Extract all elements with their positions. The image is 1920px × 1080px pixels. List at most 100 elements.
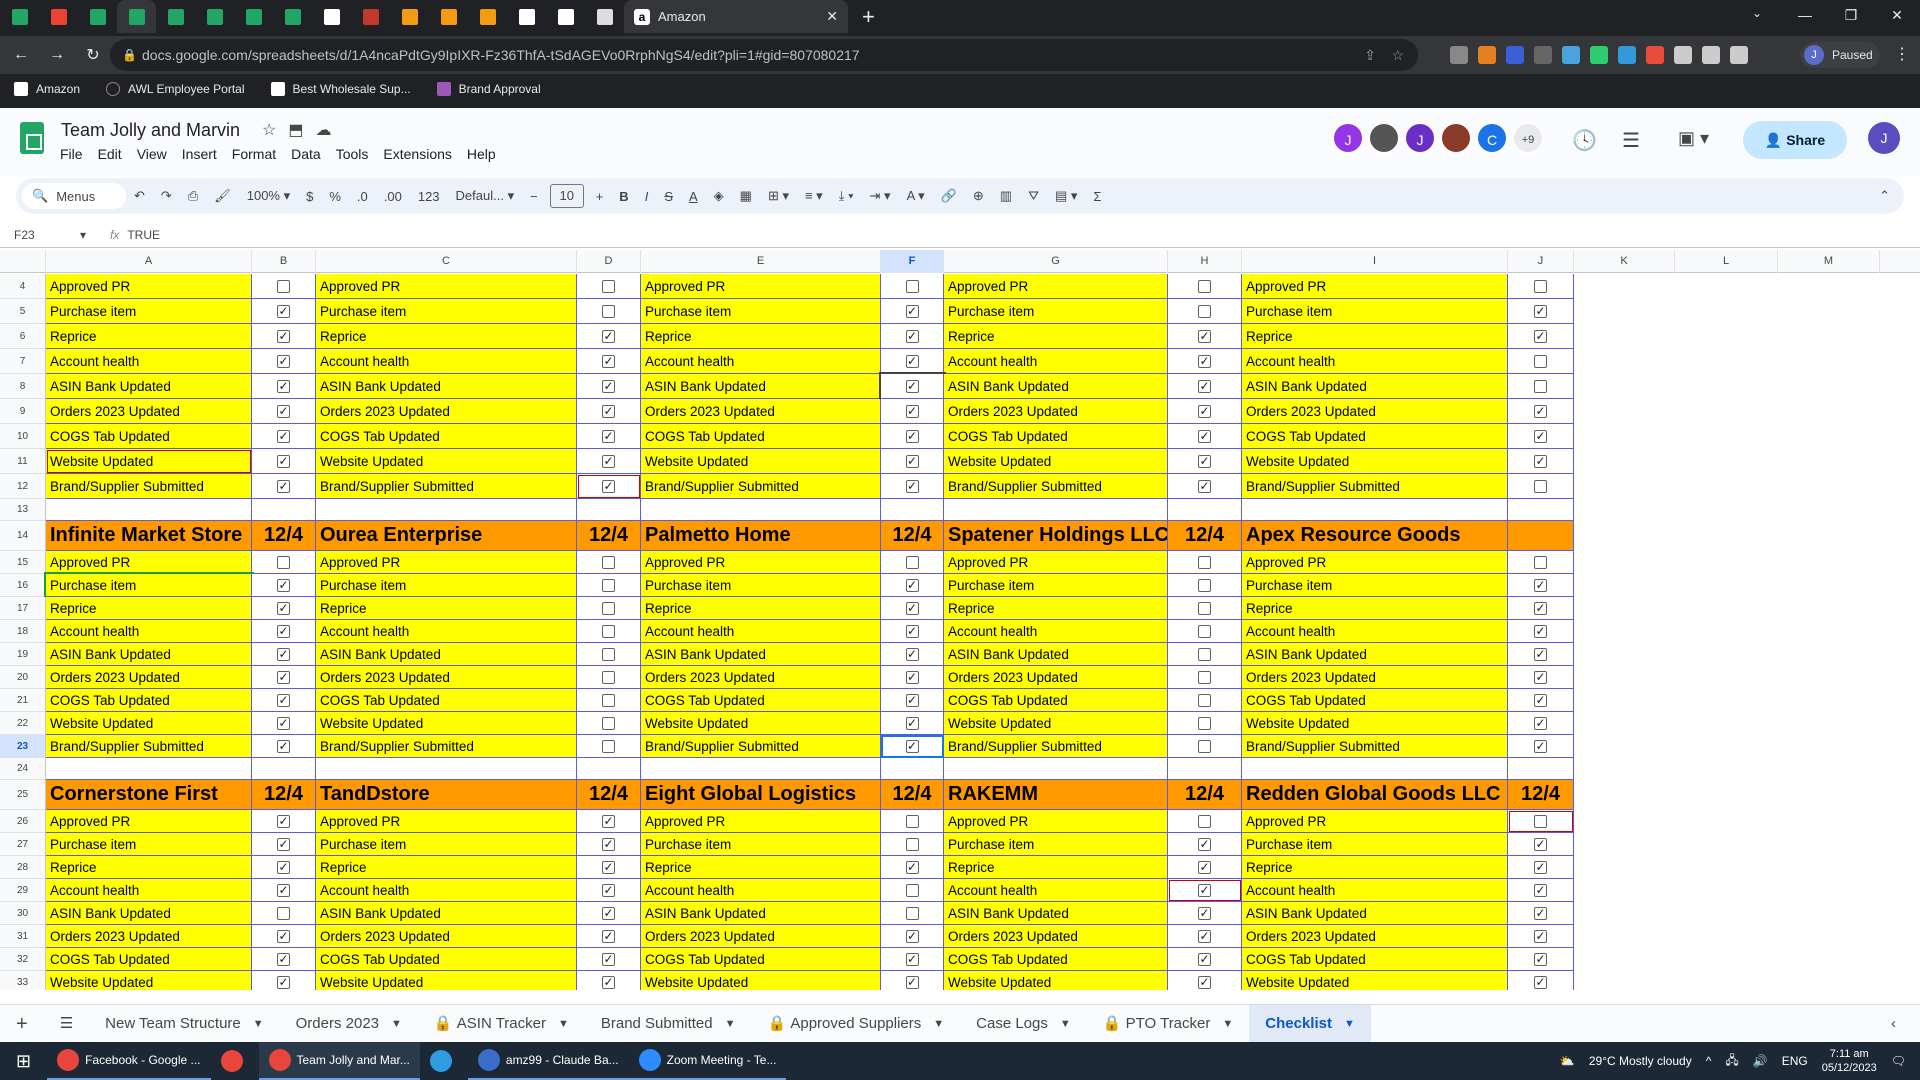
task-label[interactable]: Approved PR	[316, 274, 577, 299]
checkbox-checked[interactable]: ✓	[905, 716, 919, 730]
checkbox-cell[interactable]: ✓	[1168, 925, 1242, 948]
tray-chevron-icon[interactable]: ^	[1706, 1054, 1712, 1068]
checkbox-checked[interactable]: ✓	[1198, 354, 1211, 368]
minimize-icon[interactable]: —	[1782, 0, 1828, 33]
checkbox-cell[interactable]: ✓	[577, 833, 641, 856]
checkbox-checked[interactable]: ✓	[1534, 975, 1547, 989]
checkbox-checked[interactable]: ✓	[602, 429, 615, 443]
sheet-tab[interactable]: Case Logs ▼	[960, 1005, 1087, 1043]
checkbox-cell[interactable]: ✓	[577, 324, 641, 349]
task-label[interactable]: Approved PR	[944, 551, 1168, 574]
checkbox-unchecked[interactable]	[1534, 479, 1547, 493]
store-date[interactable]: 12/4	[881, 521, 944, 551]
checkbox-cell[interactable]	[577, 689, 641, 712]
checkbox-cell[interactable]: ✓	[881, 424, 944, 449]
checkbox-checked[interactable]: ✓	[905, 379, 919, 393]
checkbox-cell[interactable]	[1168, 735, 1242, 758]
checkbox-unchecked[interactable]	[1534, 555, 1547, 569]
move-icon[interactable]: ⬒	[288, 120, 303, 140]
checkbox-cell[interactable]: ✓	[1508, 666, 1574, 689]
checkbox-cell[interactable]: ✓	[1168, 902, 1242, 925]
checkbox-checked[interactable]: ✓	[1198, 379, 1211, 393]
store-date[interactable]	[1508, 521, 1574, 551]
checkbox-cell[interactable]: ✓	[881, 666, 944, 689]
checkbox-checked[interactable]: ✓	[1534, 716, 1547, 730]
store-name[interactable]: Redden Global Goods LLC	[1242, 780, 1508, 810]
pinned-tab[interactable]	[429, 0, 468, 33]
row-number[interactable]: 11	[0, 449, 46, 474]
checkbox-cell[interactable]	[577, 620, 641, 643]
store-date[interactable]: 12/4	[577, 521, 641, 551]
checkbox-cell[interactable]: ✓	[252, 856, 316, 879]
checkbox-cell[interactable]	[577, 551, 641, 574]
collaborator-avatar[interactable]: J	[1332, 122, 1364, 154]
checkbox-checked[interactable]: ✓	[1534, 906, 1547, 920]
task-label[interactable]: Reprice	[944, 324, 1168, 349]
checkbox-cell[interactable]: ✓	[577, 424, 641, 449]
checkbox-cell[interactable]: ✓	[1168, 449, 1242, 474]
decrease-decimal-button[interactable]: .0	[357, 189, 368, 204]
row-number[interactable]: 15	[0, 551, 46, 574]
forward-icon[interactable]: →	[42, 46, 72, 64]
task-label[interactable]: Brand/Supplier Submitted	[1242, 474, 1508, 499]
checkbox-checked[interactable]: ✓	[1534, 624, 1547, 638]
task-label[interactable]: Purchase item	[1242, 833, 1508, 856]
column-header-c[interactable]: C	[316, 250, 577, 273]
store-name[interactable]: Spatener Holdings LLC	[944, 521, 1168, 551]
bookmark[interactable]: AWL Employee Portal	[106, 82, 245, 96]
store-name[interactable]: TandDstore	[316, 780, 577, 810]
checkbox-checked[interactable]: ✓	[277, 624, 290, 638]
checkbox-checked[interactable]: ✓	[905, 454, 919, 468]
checkbox-unchecked[interactable]	[277, 906, 290, 920]
pinned-tab[interactable]	[117, 0, 156, 33]
task-label[interactable]: Reprice	[46, 856, 252, 879]
pinned-tab[interactable]	[546, 0, 585, 33]
task-label[interactable]: Orders 2023 Updated	[46, 666, 252, 689]
meet-icon[interactable]: ▣ ▾	[1678, 128, 1709, 149]
checkbox-checked[interactable]: ✓	[1198, 929, 1211, 943]
taskbar-item[interactable]: Zoom Meeting - Te...	[628, 1042, 787, 1080]
task-label[interactable]: Account health	[316, 620, 577, 643]
task-label[interactable]: Brand/Supplier Submitted	[641, 735, 881, 758]
column-header-h[interactable]: H	[1168, 250, 1242, 273]
row-number[interactable]: 32	[0, 948, 46, 971]
checkbox-unchecked[interactable]	[1198, 279, 1211, 293]
menu-view[interactable]: View	[137, 146, 167, 162]
checkbox-cell[interactable]	[252, 551, 316, 574]
pinned-tab[interactable]	[195, 0, 234, 33]
decrease-font-icon[interactable]: −	[530, 189, 538, 204]
checkbox-cell[interactable]: ✓	[252, 948, 316, 971]
row-number[interactable]: 31	[0, 925, 46, 948]
checkbox-checked[interactable]: ✓	[905, 354, 919, 368]
task-label[interactable]: Approved PR	[641, 274, 881, 299]
task-label[interactable]: ASIN Bank Updated	[641, 374, 881, 399]
empty-cell[interactable]	[316, 499, 577, 521]
row-number[interactable]: 17	[0, 597, 46, 620]
task-label[interactable]: Brand/Supplier Submitted	[46, 474, 252, 499]
task-label[interactable]: Website Updated	[944, 449, 1168, 474]
active-tab[interactable]: a Amazon ✕	[624, 0, 848, 33]
task-label[interactable]: Account health	[944, 879, 1168, 902]
formula-input[interactable]: TRUE	[127, 228, 160, 242]
empty-cell[interactable]	[881, 758, 944, 780]
checkbox-unchecked[interactable]	[1198, 716, 1211, 730]
checkbox-cell[interactable]	[577, 574, 641, 597]
browser-menu-icon[interactable]: ⋮	[1894, 44, 1910, 64]
task-label[interactable]: Approved PR	[641, 810, 881, 833]
checkbox-cell[interactable]: ✓	[1508, 948, 1574, 971]
checkbox-cell[interactable]: ✓	[1168, 856, 1242, 879]
row-number[interactable]: 33	[0, 971, 46, 990]
task-label[interactable]: Orders 2023 Updated	[1242, 666, 1508, 689]
row-number[interactable]: 23	[0, 735, 46, 758]
checkbox-cell[interactable]: ✓	[1508, 597, 1574, 620]
checkbox-checked[interactable]: ✓	[277, 404, 290, 418]
task-label[interactable]: ASIN Bank Updated	[1242, 902, 1508, 925]
checkbox-checked[interactable]: ✓	[1534, 739, 1547, 753]
checkbox-cell[interactable]	[577, 735, 641, 758]
align-icon[interactable]: ≡ ▾	[805, 188, 823, 204]
checkbox-checked[interactable]: ✓	[277, 329, 290, 343]
collapse-toolbar-icon[interactable]: ⌃	[1879, 188, 1890, 204]
task-label[interactable]: COGS Tab Updated	[46, 689, 252, 712]
checkbox-checked[interactable]: ✓	[602, 354, 615, 368]
share-page-icon[interactable]: ⇪	[1364, 39, 1376, 71]
